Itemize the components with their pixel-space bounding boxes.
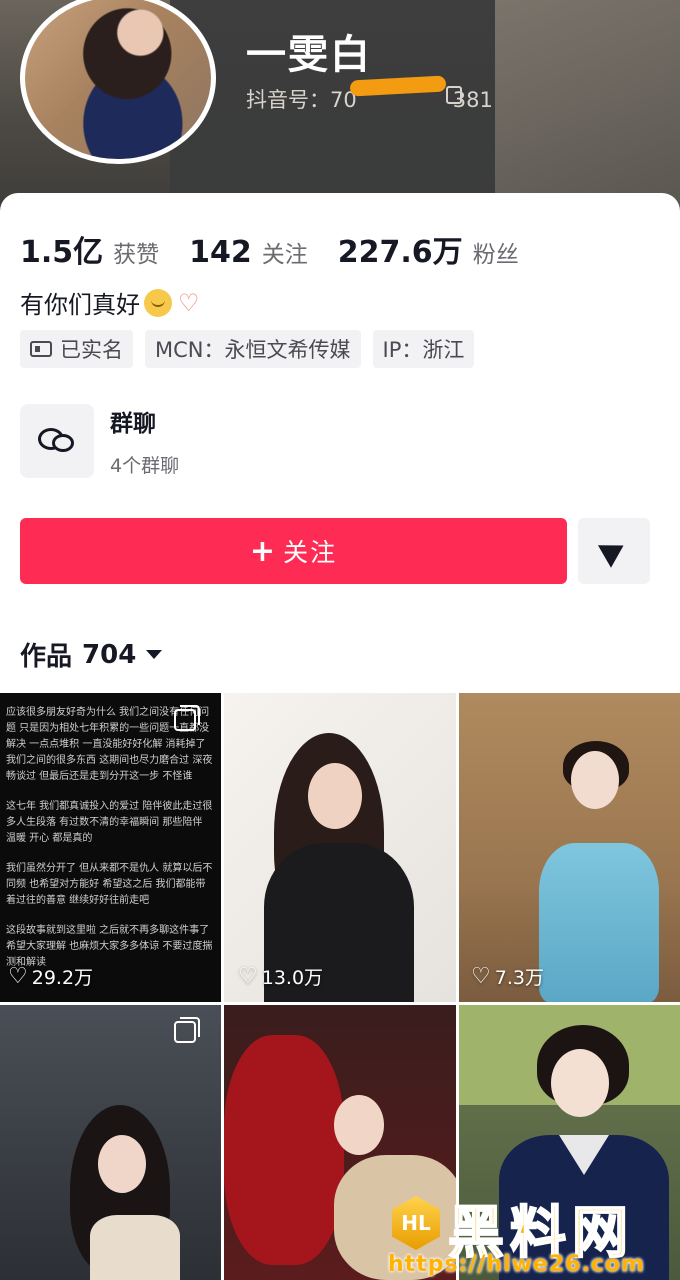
tag-ip: IP：浙江 (372, 330, 475, 368)
id-card-icon (30, 341, 52, 357)
works-tab-label: 作品 (20, 642, 73, 672)
photo-subject-face (308, 763, 362, 829)
work-thumbnail[interactable]: ♡ 13.0万 (224, 693, 456, 1002)
followers-count[interactable]: 227.6万 (338, 227, 463, 271)
profile-tags: 已实名 MCN：永恒文希传媒 IP：浙江 (20, 330, 486, 368)
tag-verified[interactable]: 已实名 (20, 330, 133, 368)
group-chat-icon-box (20, 404, 94, 478)
likes-label: 获赞 (113, 242, 160, 268)
note-paragraph: 这七年 我们都真诚投入的爱过 陪伴彼此走过很多人生段落 有过数不清的幸福瞬间 那… (6, 801, 213, 844)
work-thumbnail[interactable]: 应该很多朋友好奇为什么 我们之间没有任何问题 只是因为相处七年积累的一些问题一直… (0, 693, 221, 1002)
group-chat-subtitle: 4个群聊 (110, 455, 180, 477)
nickname: 一雯白 (246, 32, 372, 78)
chat-bubbles-icon (38, 426, 76, 456)
group-chat-title: 群聊 (110, 411, 156, 437)
following-label[interactable]: 关注 (262, 235, 308, 269)
stats-row: 1.5亿 获赞 142 关注 227.6万 粉丝 (20, 227, 549, 271)
watermark-url: https://hlwe26.com (388, 1252, 645, 1277)
photo-subject-face (571, 751, 619, 809)
group-chat-entry[interactable]: 群聊 4个群聊 (20, 404, 660, 480)
chevron-down-icon[interactable] (146, 650, 163, 659)
like-count: ♡ 13.0万 (238, 963, 323, 990)
plus-icon: + (249, 533, 278, 569)
tag-verified-text: 已实名 (60, 338, 123, 362)
photo-subject-dress (224, 1035, 344, 1265)
douyin-id-label: 抖音号： (246, 88, 330, 112)
heart-icon: ♡ (471, 964, 491, 989)
photo-subject-dress (539, 843, 659, 1002)
heart-icon: ♡ (238, 964, 258, 989)
photo-subject-face (551, 1049, 609, 1117)
like-count: ♡ 29.2万 (8, 963, 93, 990)
heart-icon: ♡ (8, 964, 28, 989)
copy-icon[interactable] (446, 86, 462, 104)
likes-count: 1.5亿 (20, 235, 104, 270)
tag-ip-text: IP：浙江 (382, 338, 465, 362)
works-tab-count: 704 (82, 639, 137, 670)
note-post-text: 应该很多朋友好奇为什么 我们之间没有任何问题 只是因为相处七年积累的一些问题一直… (6, 705, 214, 985)
tag-mcn-text: MCN：永恒文希传媒 (155, 338, 351, 362)
like-count-value: 7.3万 (494, 967, 544, 989)
photo-subject-face (98, 1135, 146, 1193)
photo-subject-face (334, 1095, 384, 1155)
follow-button-label: 关注 (283, 538, 338, 567)
heart-hands-emoji-icon: ♡ (178, 288, 200, 317)
note-paragraph: 我们虽然分开了 但从来都不是仇人 就算以后不同频 也希望对方能好 希望这之后 我… (6, 863, 213, 906)
like-count: ♡ 7.3万 (471, 963, 544, 990)
follow-button[interactable]: + 关注 (20, 518, 567, 584)
multi-image-icon (174, 705, 200, 731)
bio-text: 有你们真好 (20, 291, 140, 319)
followers-label[interactable]: 粉丝 (473, 235, 519, 269)
tab-works[interactable]: 作品 704 (20, 636, 163, 673)
like-count-value: 29.2万 (31, 967, 94, 989)
share-button[interactable] (578, 518, 650, 584)
photo-subject-top (90, 1215, 180, 1280)
teary-smile-emoji-icon (144, 288, 172, 317)
send-icon (597, 534, 631, 568)
tag-mcn[interactable]: MCN：永恒文希传媒 (145, 330, 361, 368)
work-thumbnail[interactable]: ♡ 7.3万 (459, 693, 680, 1002)
multi-image-icon (174, 1017, 200, 1043)
avatar[interactable] (20, 0, 216, 164)
work-thumbnail[interactable] (0, 1005, 221, 1280)
banner-background-wall (495, 0, 680, 215)
profile-info-panel: 1.5亿 获赞 142 关注 227.6万 粉丝 有你们真好 ♡ 已实名 MCN… (0, 193, 680, 693)
following-count[interactable]: 142 (189, 235, 252, 270)
like-count-value: 13.0万 (261, 967, 324, 989)
bio: 有你们真好 ♡ (20, 285, 200, 320)
watermark-logo-text: HL (401, 1211, 431, 1235)
